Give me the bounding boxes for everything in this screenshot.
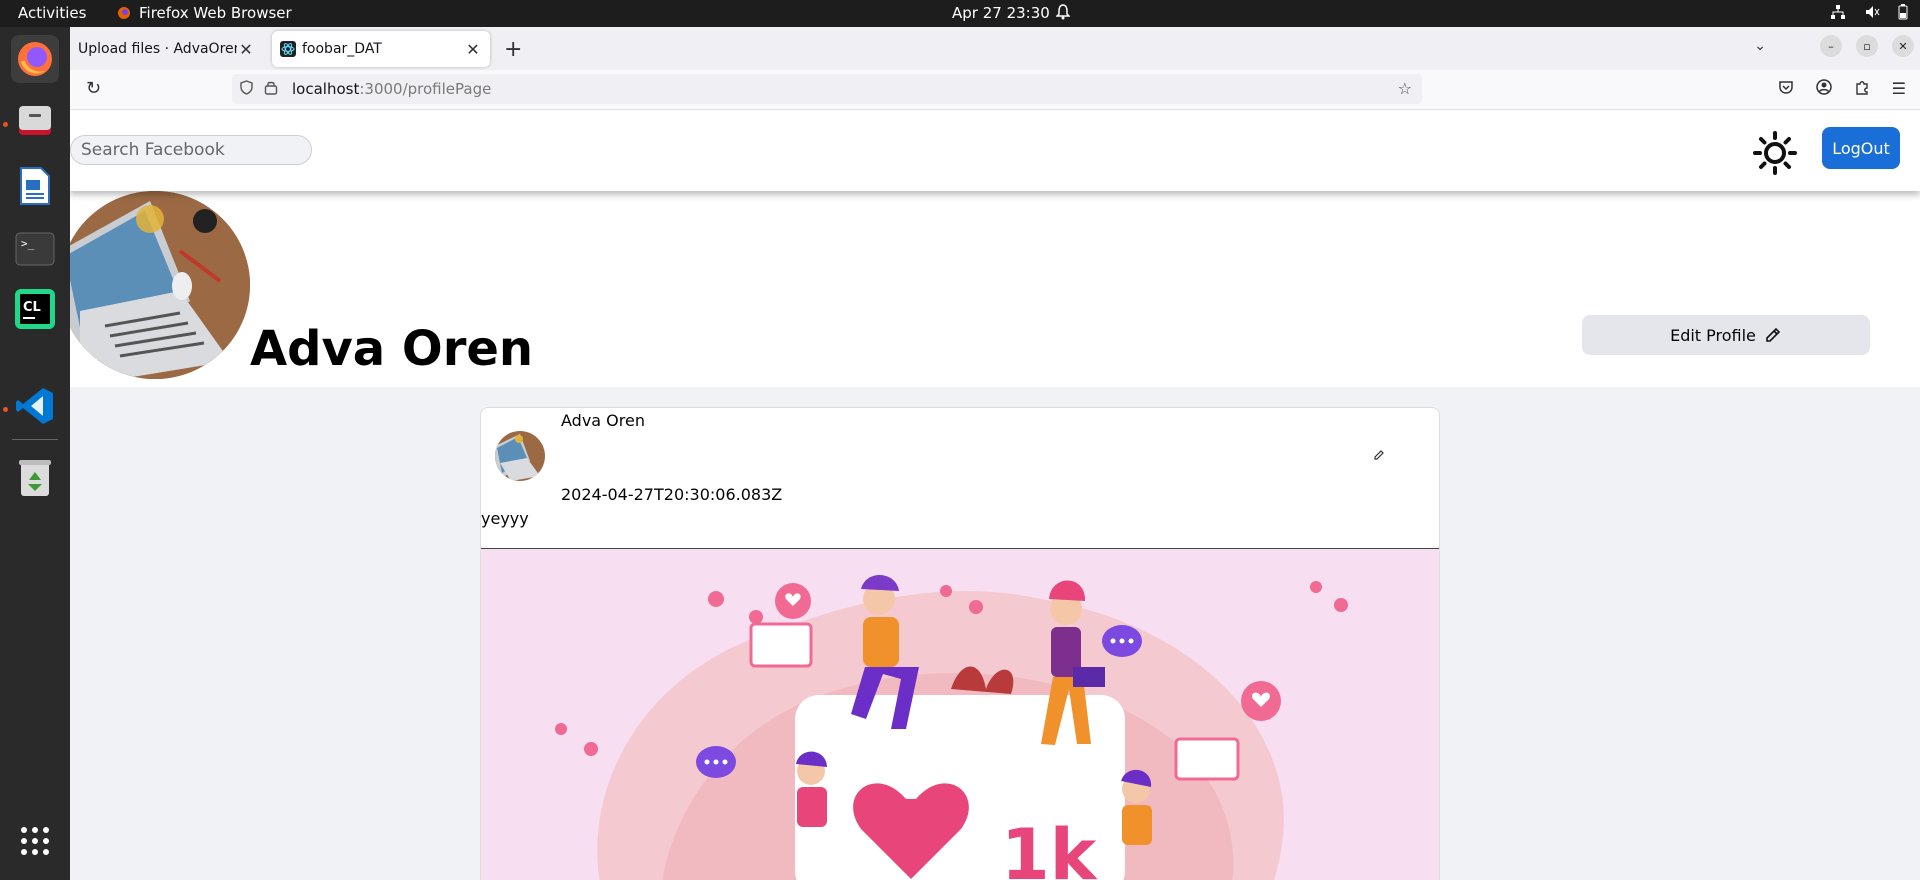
clion-dock-icon[interactable]: CL (11, 285, 59, 333)
firefox-icon (118, 7, 130, 19)
reload-icon[interactable]: ↻ (86, 78, 101, 99)
firefox-dock-icon[interactable] (11, 35, 59, 83)
post-timestamp: 2024-04-27T20:30:06.083Z (561, 485, 783, 504)
tab-close-icon[interactable]: ✕ (464, 40, 482, 59)
clock[interactable]: Apr 27 23:30 (952, 4, 1050, 22)
list-all-tabs-icon[interactable]: ⌄ (1754, 38, 1766, 54)
navigation-bar: ↻ localhost:3000/profilePage ☆ ☰ (70, 70, 1920, 110)
show-apps-grid-icon[interactable] (11, 817, 59, 865)
url-host: localhost (292, 80, 360, 98)
terminal-dock-icon[interactable]: >_ (11, 225, 59, 273)
account-icon[interactable] (1815, 79, 1832, 99)
logout-button[interactable]: LogOut (1822, 127, 1900, 169)
post-image[interactable]: 1k (481, 548, 1439, 880)
post-text: yeyyy (481, 509, 529, 528)
trash-dock-icon[interactable] (11, 454, 59, 502)
tab-upload-files[interactable]: Upload files · AdvaOren/f ✕ (70, 31, 263, 67)
theme-toggle-sun-icon[interactable] (1753, 131, 1797, 175)
vscode-dock-icon[interactable] (11, 382, 59, 430)
tab-title: Upload files · AdvaOren/f (78, 41, 237, 57)
battery-icon (1898, 4, 1908, 20)
browser-window: Upload files · AdvaOren/f ✕ foobar_DAT ✕… (70, 27, 1920, 880)
post-image-caption: 1k (1001, 814, 1098, 880)
edit-post-pencil-icon[interactable] (1374, 450, 1384, 463)
new-tab-icon[interactable]: + (504, 37, 522, 62)
app-header: LogOut (70, 111, 1920, 191)
profile-header: Adva Oren Edit Profile (70, 191, 1920, 387)
running-indicator (3, 122, 8, 127)
svg-text:CL: CL (23, 300, 41, 315)
tab-close-icon[interactable]: ✕ (237, 40, 255, 59)
app-name: Firefox Web Browser (139, 4, 292, 22)
address-bar[interactable]: localhost:3000/profilePage ☆ (232, 74, 1422, 104)
url-path: :3000/profilePage (359, 80, 492, 98)
writer-dock-icon[interactable] (11, 162, 59, 210)
web-page: LogOut (70, 111, 1920, 880)
post-author-avatar[interactable] (495, 431, 545, 481)
tab-title: foobar_DAT (302, 41, 382, 57)
tab-foobar-dat[interactable]: foobar_DAT ✕ (272, 31, 490, 67)
edit-profile-label: Edit Profile (1670, 325, 1756, 345)
pocket-icon[interactable] (1778, 79, 1794, 99)
edit-profile-button[interactable]: Edit Profile (1582, 315, 1870, 355)
tracking-shield-icon[interactable] (240, 79, 256, 99)
svg-text:>_: >_ (21, 237, 35, 250)
close-window-icon[interactable]: ✕ (1892, 35, 1914, 57)
app-menu[interactable]: Firefox Web Browser (117, 4, 292, 22)
tab-strip: Upload files · AdvaOren/f ✕ foobar_DAT ✕… (70, 27, 1920, 70)
notification-bell-icon (1055, 4, 1071, 24)
post-author-name[interactable]: Adva Oren (561, 411, 645, 430)
dock-separator (12, 439, 58, 440)
system-top-bar: Activities Firefox Web Browser Apr 27 23… (0, 0, 1920, 27)
network-icon (1831, 5, 1845, 19)
maximize-icon[interactable]: ▫ (1856, 35, 1878, 57)
post-card: Adva Oren 2024-04-27T20:30:06.083Z yeyyy… (480, 407, 1440, 880)
profile-name: Adva Oren (250, 321, 534, 377)
minimize-icon[interactable]: – (1820, 35, 1842, 57)
files-dock-icon[interactable] (11, 97, 59, 145)
activities-button[interactable]: Activities (18, 4, 86, 22)
system-tray[interactable] (1830, 4, 1908, 20)
window-controls: ⌄ – ▫ ✕ (1754, 35, 1920, 57)
bookmark-star-icon[interactable]: ☆ (1398, 79, 1412, 98)
menu-hamburger-icon[interactable]: ☰ (1892, 79, 1906, 99)
dock: >_ CL (0, 27, 70, 880)
profile-picture[interactable] (70, 191, 250, 379)
page-info-icon[interactable] (264, 80, 280, 99)
extensions-icon[interactable] (1854, 79, 1870, 99)
toolbar-actions: ☰ (1778, 79, 1906, 99)
pencil-icon (1766, 327, 1781, 342)
search-input[interactable] (70, 135, 312, 165)
volume-muted-icon (1866, 6, 1880, 18)
react-favicon-icon (280, 41, 296, 57)
running-indicator (3, 407, 8, 412)
